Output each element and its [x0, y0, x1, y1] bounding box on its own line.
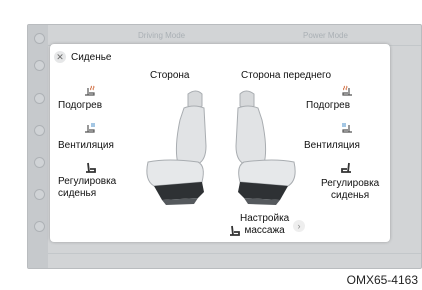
close-icon: ✕: [56, 52, 64, 62]
background-sidebar: [28, 25, 48, 268]
background-menu-icon: [34, 157, 45, 168]
passenger-side-heading: Сторона переднего: [241, 70, 332, 81]
seat-massage-icon[interactable]: [227, 224, 241, 236]
popup-title: Сиденье: [71, 52, 112, 63]
passenger-heat-label[interactable]: Подогрев: [306, 100, 350, 112]
background-menu-icon: [34, 125, 45, 136]
driver-seat-illustration: [146, 90, 207, 205]
seat-vent-icon[interactable]: [83, 122, 97, 134]
seat-vent-icon[interactable]: [340, 122, 354, 134]
background-home-icon: [34, 33, 45, 44]
seat-heat-icon[interactable]: [83, 85, 97, 97]
passenger-adjust-label[interactable]: Регулировка сиденья: [321, 178, 379, 202]
chevron-right-icon: ›: [297, 221, 301, 231]
background-tab-power-mode: Power Mode: [303, 31, 348, 40]
background-menu-icon: [34, 60, 45, 71]
background-menu-icon: [34, 189, 45, 200]
driver-vent-label[interactable]: Вентиляция: [58, 140, 114, 152]
background-menu-icon: [34, 93, 45, 104]
seat-adjust-icon[interactable]: [83, 161, 97, 173]
driver-adjust-label[interactable]: Регулировка сиденья: [58, 176, 116, 200]
close-button[interactable]: ✕: [54, 51, 66, 63]
driver-side-heading: Сторона: [150, 70, 190, 81]
massage-settings-label[interactable]: Настройка массажа: [240, 213, 289, 237]
seat-popup: ✕ Сиденье Сторона Подогрев Вентиляция Ре…: [50, 44, 390, 242]
driver-heat-label[interactable]: Подогрев: [58, 100, 102, 112]
background-menu-icon: [34, 221, 45, 232]
seat-adjust-icon[interactable]: [340, 161, 354, 173]
passenger-seat-illustration: [235, 90, 296, 205]
background-tab-driving-mode: Driving Mode: [138, 31, 186, 40]
passenger-vent-label[interactable]: Вентиляция: [304, 140, 360, 152]
seat-heat-icon[interactable]: [340, 85, 354, 97]
figure-code: OMX65-4163: [346, 273, 418, 287]
massage-next-button[interactable]: ›: [293, 220, 305, 232]
divider: [48, 253, 421, 254]
